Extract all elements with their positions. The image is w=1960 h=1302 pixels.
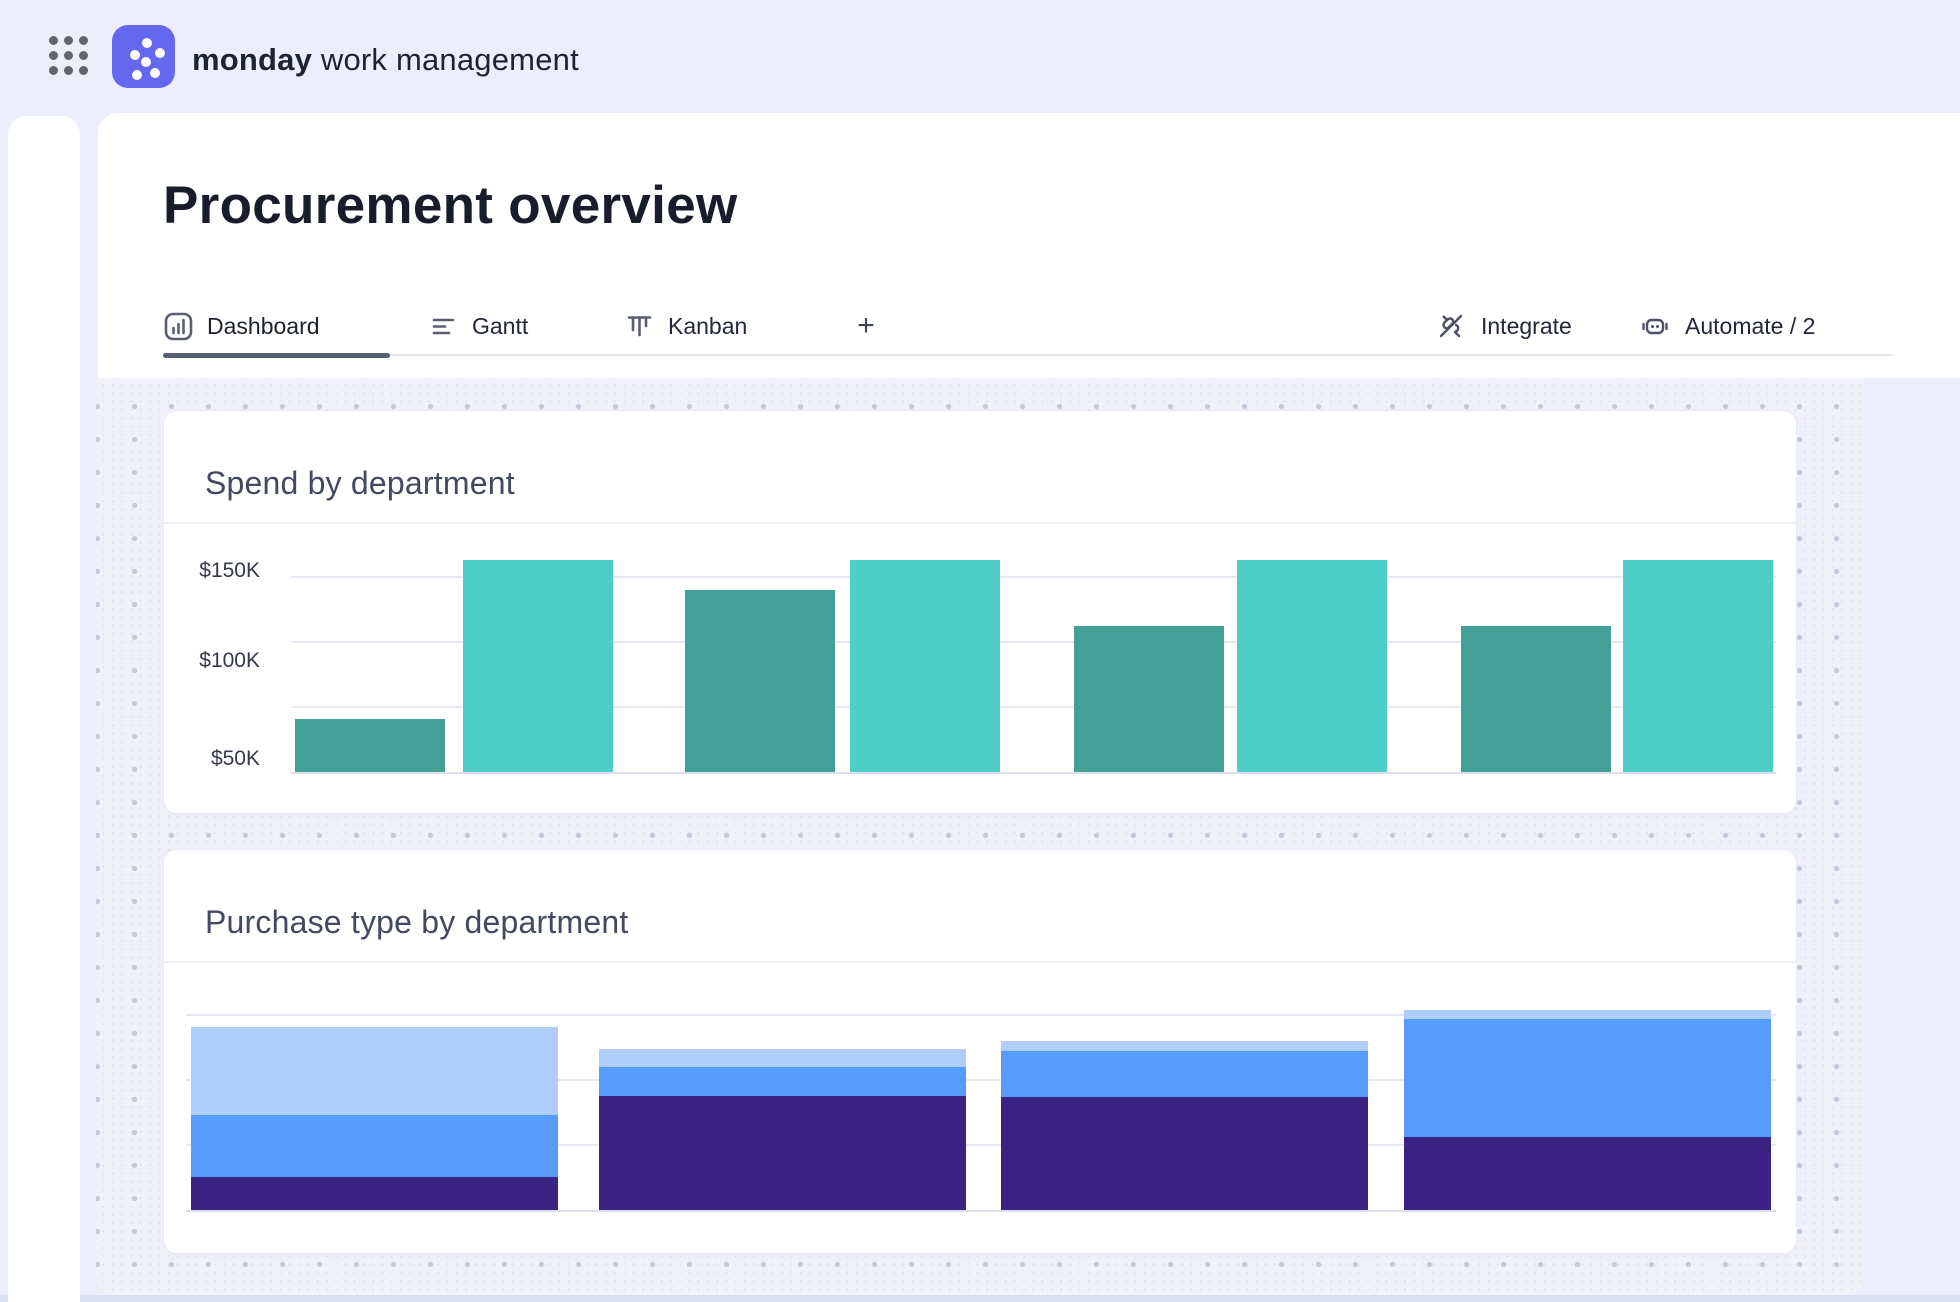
automate-icon bbox=[1638, 309, 1672, 343]
stacked-dark-purple-segment[interactable] bbox=[1001, 1097, 1368, 1210]
integrate-icon bbox=[1434, 309, 1468, 343]
stacked-blue-segment[interactable] bbox=[191, 1115, 558, 1177]
bar-dark-teal-series[interactable] bbox=[295, 719, 445, 772]
tab-kanban[interactable]: Kanban bbox=[624, 302, 747, 350]
y-axis-tick-label: $100K bbox=[172, 649, 260, 673]
automate-label: Automate / 2 bbox=[1685, 313, 1815, 340]
x-axis-baseline bbox=[186, 1210, 1776, 1212]
header-card: Procurement overview Dashboard Gantt bbox=[98, 113, 1960, 378]
gantt-icon bbox=[428, 311, 459, 342]
bar-light-teal-series[interactable] bbox=[463, 560, 613, 772]
stacked-blue-segment[interactable] bbox=[599, 1067, 966, 1096]
left-sidebar[interactable] bbox=[8, 116, 80, 1302]
top-bar: monday work management bbox=[0, 0, 1960, 113]
brand-rest: work management bbox=[312, 42, 579, 77]
chart-card-purchase-type-by-department: Purchase type by department bbox=[163, 849, 1797, 1254]
stacked-blue-segment[interactable] bbox=[1404, 1019, 1771, 1137]
dashboard-icon bbox=[163, 311, 194, 342]
tabs-divider bbox=[163, 354, 1893, 356]
bar-light-teal-series[interactable] bbox=[1237, 560, 1387, 772]
bar-dark-teal-series[interactable] bbox=[685, 590, 835, 772]
tab-gantt[interactable]: Gantt bbox=[428, 302, 528, 350]
active-tab-underline bbox=[163, 353, 390, 358]
stacked-dark-purple-segment[interactable] bbox=[599, 1096, 966, 1210]
stacked-dark-purple-segment[interactable] bbox=[1404, 1137, 1771, 1210]
bottom-edge-strip bbox=[0, 1295, 1960, 1302]
y-axis-tick-label: $50K bbox=[172, 747, 260, 771]
bar-light-teal-series[interactable] bbox=[850, 560, 1000, 772]
monday-logo[interactable] bbox=[112, 25, 175, 88]
tab-gantt-label: Gantt bbox=[472, 313, 528, 340]
x-axis-baseline bbox=[291, 772, 1776, 774]
stacked-light-blue-segment[interactable] bbox=[191, 1027, 558, 1115]
chart-title: Spend by department bbox=[205, 465, 515, 502]
bar-dark-teal-series[interactable] bbox=[1461, 626, 1611, 772]
brand-text: monday work management bbox=[192, 42, 579, 78]
card-title-divider bbox=[164, 522, 1796, 524]
stacked-dark-purple-segment[interactable] bbox=[191, 1177, 558, 1210]
card-title-divider bbox=[164, 961, 1796, 963]
page-title: Procurement overview bbox=[163, 175, 738, 236]
tab-dashboard-label: Dashboard bbox=[207, 313, 320, 340]
chart-card-spend-by-department: Spend by department $150K $100K $50K bbox=[163, 410, 1797, 814]
screen: monday work management Procurement overv… bbox=[0, 0, 1960, 1302]
stacked-light-blue-segment[interactable] bbox=[1001, 1041, 1368, 1051]
chart-title: Purchase type by department bbox=[205, 904, 628, 941]
integrate-label: Integrate bbox=[1481, 313, 1572, 340]
tab-dashboard[interactable]: Dashboard bbox=[163, 302, 320, 350]
y-axis-tick-label: $150K bbox=[172, 559, 260, 583]
stacked-light-blue-segment[interactable] bbox=[599, 1049, 966, 1067]
stacked-blue-segment[interactable] bbox=[1001, 1051, 1368, 1097]
stacked-light-blue-segment[interactable] bbox=[1404, 1010, 1771, 1019]
bar-dark-teal-series[interactable] bbox=[1074, 626, 1224, 772]
tab-kanban-label: Kanban bbox=[668, 313, 747, 340]
automate-button[interactable]: Automate / 2 bbox=[1638, 302, 1815, 350]
add-view-button[interactable]: + bbox=[846, 306, 886, 346]
kanban-icon bbox=[624, 311, 655, 342]
brand-bold: monday bbox=[192, 42, 312, 77]
bar-light-teal-series[interactable] bbox=[1623, 560, 1773, 772]
integrate-button[interactable]: Integrate bbox=[1434, 302, 1572, 350]
apps-grid-icon[interactable] bbox=[46, 33, 94, 81]
